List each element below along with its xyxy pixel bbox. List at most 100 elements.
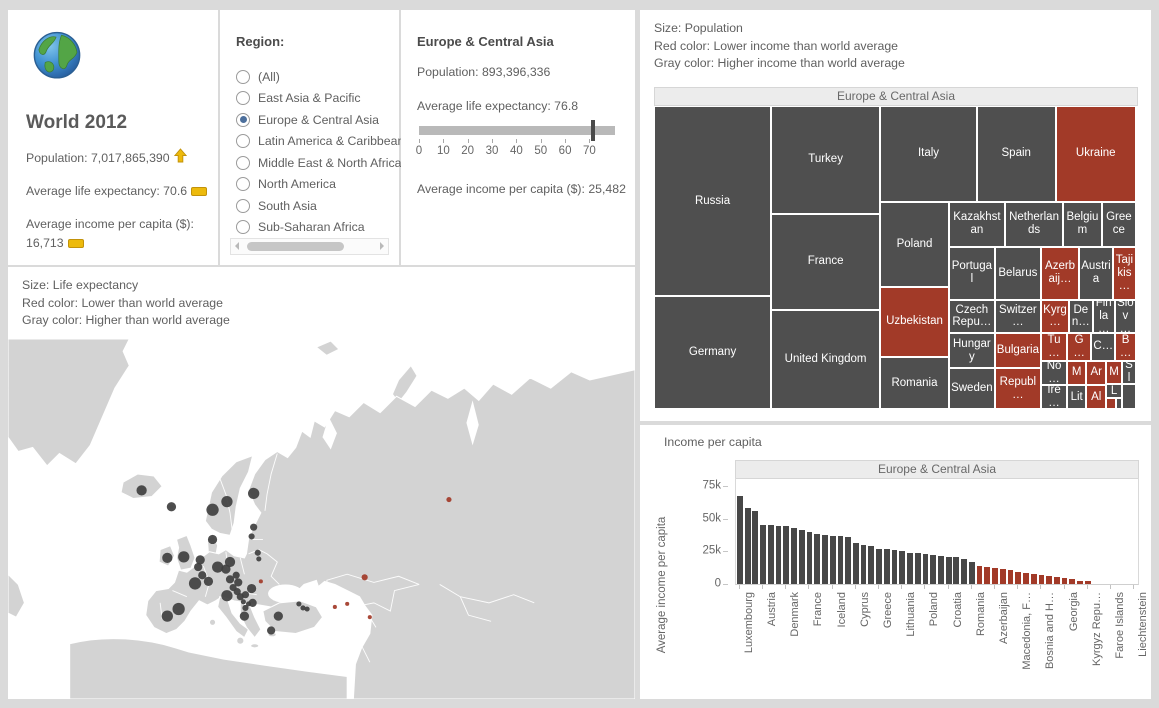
treemap-tile-greece[interactable]: Greece: [1102, 202, 1136, 247]
treemap-tile-lit[interactable]: Lit: [1067, 385, 1086, 409]
bar-7[interactable]: [791, 528, 797, 584]
bar-14[interactable]: [845, 537, 851, 584]
bar-22[interactable]: [907, 553, 913, 584]
treemap-tile-belarus[interactable]: Belarus: [995, 247, 1041, 300]
treemap-tile-b[interactable]: B…: [1115, 333, 1136, 360]
map-dot-32[interactable]: [240, 612, 249, 621]
map-dot-44[interactable]: [345, 602, 349, 606]
map-dot-5[interactable]: [250, 524, 257, 531]
treemap-tile-spain[interactable]: Spain: [977, 106, 1056, 202]
map-dot-25[interactable]: [242, 591, 249, 598]
treemap-tile-al[interactable]: Al: [1086, 385, 1106, 409]
bar-26[interactable]: [938, 556, 944, 584]
bar-9[interactable]: [807, 532, 813, 584]
radio-icon[interactable]: [236, 156, 250, 170]
bar-39[interactable]: [1039, 575, 1045, 584]
map-dot-26[interactable]: [221, 590, 232, 601]
map-dot-41[interactable]: [446, 497, 451, 502]
bar-18[interactable]: [876, 549, 882, 584]
radio-icon[interactable]: [236, 113, 250, 127]
bar-1[interactable]: [745, 508, 751, 584]
map-dot-42[interactable]: [362, 574, 368, 580]
map-dot-40[interactable]: [256, 556, 261, 561]
map-dot-31[interactable]: [249, 599, 257, 607]
map-dot-1[interactable]: [167, 502, 176, 511]
bar-10[interactable]: [814, 534, 820, 584]
treemap-tile[interactable]: [1122, 384, 1136, 409]
treemap-tile-tajikis[interactable]: Tajikis…: [1113, 247, 1136, 300]
region-option-4[interactable]: Middle East & North Africa: [236, 152, 393, 174]
treemap-tile-den[interactable]: Den…: [1069, 300, 1093, 334]
bar-28[interactable]: [953, 557, 959, 584]
treemap-tile-ire[interactable]: Ire…: [1041, 385, 1067, 409]
treemap-tile-sweden[interactable]: Sweden: [949, 368, 995, 409]
region-option-0[interactable]: (All): [236, 66, 393, 88]
radio-icon[interactable]: [236, 134, 250, 148]
region-option-7[interactable]: Sub-Saharan Africa: [236, 217, 393, 239]
bar-25[interactable]: [930, 555, 936, 584]
map-dot-18[interactable]: [189, 577, 201, 589]
map-dot-6[interactable]: [249, 533, 255, 539]
map-dot-7[interactable]: [255, 550, 261, 556]
map-dot-39[interactable]: [305, 606, 310, 611]
bar-4[interactable]: [768, 525, 774, 584]
treemap-tile-c[interactable]: C…: [1091, 333, 1115, 360]
bar-12[interactable]: [830, 536, 836, 584]
bar-38[interactable]: [1031, 574, 1037, 584]
treemap-tile-united-kingdom[interactable]: United Kingdom: [771, 310, 880, 409]
bar-29[interactable]: [961, 559, 967, 585]
treemap-tile-austria[interactable]: Austria: [1079, 247, 1113, 300]
map-dot-36[interactable]: [267, 626, 275, 634]
scroll-right-icon[interactable]: [380, 242, 384, 250]
bar-37[interactable]: [1023, 573, 1029, 584]
treemap-tile-no[interactable]: No…: [1041, 361, 1067, 386]
treemap-tile-netherlands[interactable]: Netherlands: [1005, 202, 1063, 247]
bar-40[interactable]: [1046, 576, 1052, 585]
radio-icon[interactable]: [236, 199, 250, 213]
bar-33[interactable]: [992, 568, 998, 584]
map-dot-8[interactable]: [178, 551, 189, 562]
map-dot-20[interactable]: [233, 572, 240, 579]
treemap-tile-romania[interactable]: Romania: [880, 357, 949, 409]
map-dot-0[interactable]: [136, 485, 146, 495]
bar-13[interactable]: [838, 536, 844, 584]
map-dot-37[interactable]: [296, 601, 301, 606]
map-dot-14[interactable]: [198, 571, 206, 579]
bar-44[interactable]: [1077, 581, 1083, 584]
treemap-tile-russia[interactable]: Russia: [654, 106, 771, 296]
treemap-tile-azerbaij[interactable]: Azerbaij…: [1041, 247, 1079, 300]
map-dot-27[interactable]: [241, 599, 246, 604]
bar-15[interactable]: [853, 543, 859, 584]
treemap-tile-slov[interactable]: Slov…: [1115, 300, 1136, 334]
treemap-tile-hungary[interactable]: Hungary: [949, 333, 995, 368]
bar-45[interactable]: [1085, 581, 1091, 584]
radio-icon[interactable]: [236, 177, 250, 191]
bar-20[interactable]: [892, 550, 898, 584]
map-dot-10[interactable]: [208, 535, 217, 544]
treemap-tile-france[interactable]: France: [771, 214, 880, 310]
treemap-tile-czech-repu[interactable]: Czech Repu…: [949, 300, 995, 334]
treemap-tile-republ[interactable]: Republ…: [995, 368, 1041, 409]
region-option-3[interactable]: Latin America & Caribbean: [236, 131, 393, 153]
region-option-1[interactable]: East Asia & Pacific: [236, 88, 393, 110]
treemap-tile[interactable]: [1106, 398, 1116, 409]
bar-30[interactable]: [969, 562, 975, 585]
treemap-tile-tu[interactable]: Tu…: [1041, 333, 1067, 360]
bar-41[interactable]: [1054, 577, 1060, 584]
map-dot-9[interactable]: [162, 553, 172, 563]
treemap-tile-sl[interactable]: Sl: [1122, 361, 1136, 385]
bar-31[interactable]: [977, 566, 983, 584]
map-dot-11[interactable]: [196, 555, 205, 564]
treemap-tile-bulgaria[interactable]: Bulgaria: [995, 333, 1041, 368]
scrollbar-thumb[interactable]: [247, 242, 344, 251]
treemap-tile-switzer[interactable]: Switzer…: [995, 300, 1041, 334]
bar-27[interactable]: [946, 557, 952, 585]
treemap-tile-m[interactable]: M: [1067, 361, 1086, 386]
bar-0[interactable]: [737, 496, 743, 584]
treemap-tile-belgium[interactable]: Belgium: [1063, 202, 1102, 247]
bar-35[interactable]: [1008, 570, 1014, 584]
map-dot-45[interactable]: [368, 615, 372, 619]
radio-icon[interactable]: [236, 91, 250, 105]
bar-17[interactable]: [868, 546, 874, 584]
bar-34[interactable]: [1000, 569, 1006, 584]
